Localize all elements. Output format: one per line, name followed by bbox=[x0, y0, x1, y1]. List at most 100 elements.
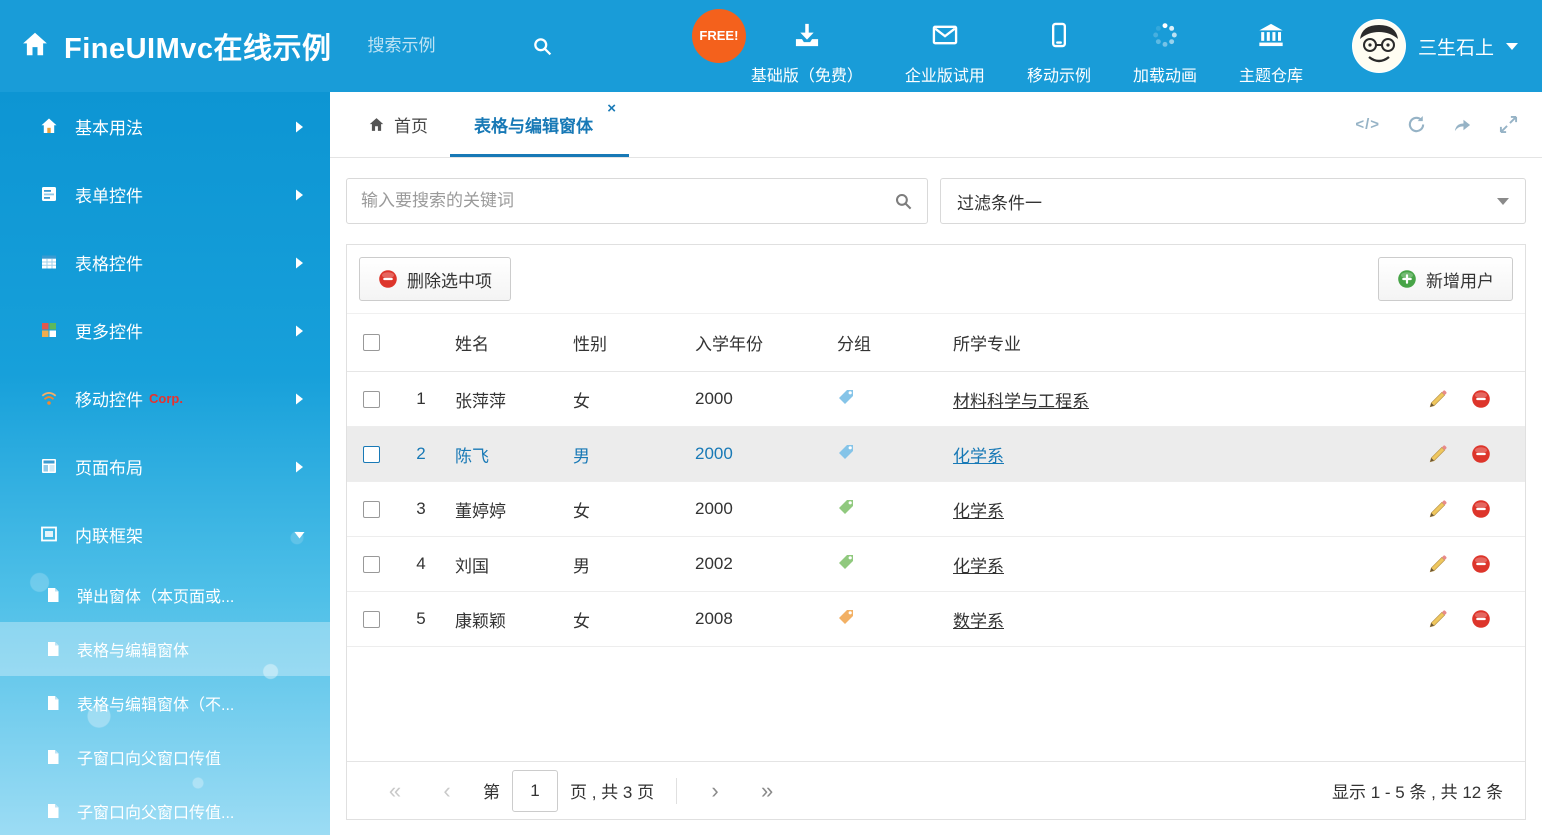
row-checkbox[interactable] bbox=[363, 611, 380, 628]
delete-selected-button[interactable]: 删除选中项 bbox=[359, 257, 511, 301]
table-row: 3 董婷婷 女 2000 化学系 bbox=[347, 482, 1525, 537]
cell-major: 化学系 bbox=[941, 552, 1407, 577]
wireless-icon bbox=[40, 389, 58, 407]
sidebar-subitem-child-to-parent-2[interactable]: 子窗口向父窗口传值... bbox=[0, 784, 330, 835]
column-header-group[interactable]: 分组 bbox=[825, 330, 941, 355]
header-search-input[interactable] bbox=[368, 36, 518, 56]
nav-item-mobile-demo[interactable]: 移动示例 bbox=[1006, 7, 1112, 86]
major-link[interactable]: 数学系 bbox=[953, 612, 1004, 631]
cell-gender: 女 bbox=[561, 607, 683, 632]
sidebar-item-table-controls[interactable]: 表格控件 bbox=[0, 228, 330, 296]
filter-row: 过滤条件一 bbox=[330, 158, 1542, 244]
delete-row-icon[interactable] bbox=[1471, 444, 1491, 464]
sidebar-subitem-child-to-parent[interactable]: 子窗口向父窗口传值 bbox=[0, 730, 330, 784]
cell-name: 董婷婷 bbox=[443, 497, 561, 522]
table-header: 姓名 性别 入学年份 分组 所学专业 bbox=[347, 314, 1525, 372]
delete-row-icon[interactable] bbox=[1471, 609, 1491, 629]
nav-item-theme-repo[interactable]: 主题仓库 bbox=[1218, 7, 1324, 86]
page-prefix-label: 第 bbox=[483, 778, 500, 803]
cell-actions bbox=[1407, 499, 1525, 519]
fullscreen-icon[interactable] bbox=[1499, 115, 1518, 134]
tab-bar: 首页 表格与编辑窗体 × </> bbox=[330, 92, 1542, 158]
next-page-button[interactable]: › bbox=[689, 778, 741, 804]
cell-major: 化学系 bbox=[941, 497, 1407, 522]
edit-icon[interactable] bbox=[1428, 499, 1448, 519]
row-checkbox[interactable] bbox=[363, 446, 380, 463]
record-summary: 显示 1 - 5 条 , 共 12 条 bbox=[1332, 778, 1503, 803]
chevron-right-icon bbox=[293, 459, 306, 473]
first-page-button[interactable]: « bbox=[369, 778, 421, 804]
last-page-button[interactable]: » bbox=[741, 778, 793, 804]
sidebar-item-form-controls[interactable]: 表单控件 bbox=[0, 160, 330, 228]
free-badge: FREE! bbox=[692, 9, 746, 63]
tab-grid-edit-window[interactable]: 表格与编辑窗体 × bbox=[450, 92, 629, 157]
envelope-icon bbox=[931, 21, 959, 54]
grid-panel: 删除选中项 新增用户 姓名 性别 入学年份 分组 所学专业 1 bbox=[346, 244, 1526, 820]
home-icon bbox=[20, 29, 50, 64]
keyword-search-input[interactable] bbox=[361, 191, 894, 211]
cell-row-number: 5 bbox=[399, 609, 443, 629]
nav-label: 基础版（免费） bbox=[751, 62, 863, 86]
brand[interactable]: FineUIMvc在线示例 bbox=[20, 25, 332, 67]
nav-item-loading-animation[interactable]: 加载动画 bbox=[1112, 7, 1218, 86]
cell-name: 陈飞 bbox=[443, 442, 561, 467]
user-menu[interactable]: 三生石上 bbox=[1352, 19, 1518, 73]
sidebar-subitem-grid-edit-window[interactable]: 表格与编辑窗体 bbox=[0, 622, 330, 676]
nav-label: 主题仓库 bbox=[1239, 62, 1303, 86]
major-link[interactable]: 化学系 bbox=[953, 557, 1004, 576]
tab-home[interactable]: 首页 bbox=[346, 92, 450, 157]
delete-row-icon[interactable] bbox=[1471, 389, 1491, 409]
column-header-name[interactable]: 姓名 bbox=[443, 330, 561, 355]
sidebar-item-mobile-controls[interactable]: 移动控件 Corp. bbox=[0, 364, 330, 432]
delete-row-icon[interactable] bbox=[1471, 499, 1491, 519]
tag-icon[interactable] bbox=[837, 608, 855, 626]
add-user-button[interactable]: 新增用户 bbox=[1378, 257, 1513, 301]
major-link[interactable]: 材料科学与工程系 bbox=[953, 392, 1089, 411]
refresh-icon[interactable] bbox=[1407, 115, 1426, 134]
cell-row-number: 1 bbox=[399, 389, 443, 409]
page-number-input[interactable] bbox=[512, 770, 558, 812]
column-header-major[interactable]: 所学专业 bbox=[941, 330, 1407, 355]
sidebar-subitem-popup-window[interactable]: 弹出窗体（本页面或... bbox=[0, 568, 330, 622]
nav-item-enterprise-trial[interactable]: 企业版试用 bbox=[884, 7, 1006, 86]
column-header-year[interactable]: 入学年份 bbox=[683, 330, 825, 355]
table-row: 2 陈飞 男 2000 化学系 bbox=[347, 427, 1525, 482]
tag-icon[interactable] bbox=[837, 553, 855, 571]
cell-actions bbox=[1407, 444, 1525, 464]
home-icon bbox=[40, 117, 58, 135]
open-new-window-icon[interactable] bbox=[1453, 115, 1472, 134]
sidebar-item-iframe[interactable]: 内联框架 bbox=[0, 500, 330, 568]
sidebar-item-label: 基本用法 bbox=[75, 114, 143, 139]
delete-row-icon[interactable] bbox=[1471, 554, 1491, 574]
cell-gender: 女 bbox=[561, 387, 683, 412]
prev-page-button[interactable]: ‹ bbox=[421, 778, 473, 804]
filter-dropdown[interactable]: 过滤条件一 bbox=[940, 178, 1526, 224]
close-icon[interactable]: × bbox=[607, 101, 616, 116]
plus-circle-icon bbox=[1397, 269, 1417, 289]
layout-icon bbox=[40, 457, 58, 475]
tag-icon[interactable] bbox=[837, 388, 855, 406]
sidebar-item-basic-usage[interactable]: 基本用法 bbox=[0, 92, 330, 160]
row-checkbox[interactable] bbox=[363, 501, 380, 518]
column-header-gender[interactable]: 性别 bbox=[561, 330, 683, 355]
source-code-icon[interactable]: </> bbox=[1355, 116, 1380, 133]
major-link[interactable]: 化学系 bbox=[953, 447, 1004, 466]
sidebar-subitem-grid-edit-window-2[interactable]: 表格与编辑窗体（不... bbox=[0, 676, 330, 730]
edit-icon[interactable] bbox=[1428, 389, 1448, 409]
nav-item-basic-free[interactable]: 基础版（免费） bbox=[730, 7, 884, 86]
sidebar-item-page-layout[interactable]: 页面布局 bbox=[0, 432, 330, 500]
row-checkbox[interactable] bbox=[363, 391, 380, 408]
tag-icon[interactable] bbox=[837, 498, 855, 516]
select-all-checkbox[interactable] bbox=[363, 334, 380, 351]
edit-icon[interactable] bbox=[1428, 444, 1448, 464]
sidebar-item-more-controls[interactable]: 更多控件 bbox=[0, 296, 330, 364]
cell-year: 2000 bbox=[683, 499, 825, 519]
edit-icon[interactable] bbox=[1428, 609, 1448, 629]
major-link[interactable]: 化学系 bbox=[953, 502, 1004, 521]
row-checkbox[interactable] bbox=[363, 556, 380, 573]
search-icon[interactable] bbox=[894, 192, 913, 211]
tag-icon[interactable] bbox=[837, 443, 855, 461]
search-icon[interactable] bbox=[532, 36, 553, 57]
tab-tools: </> bbox=[1355, 92, 1518, 157]
edit-icon[interactable] bbox=[1428, 554, 1448, 574]
